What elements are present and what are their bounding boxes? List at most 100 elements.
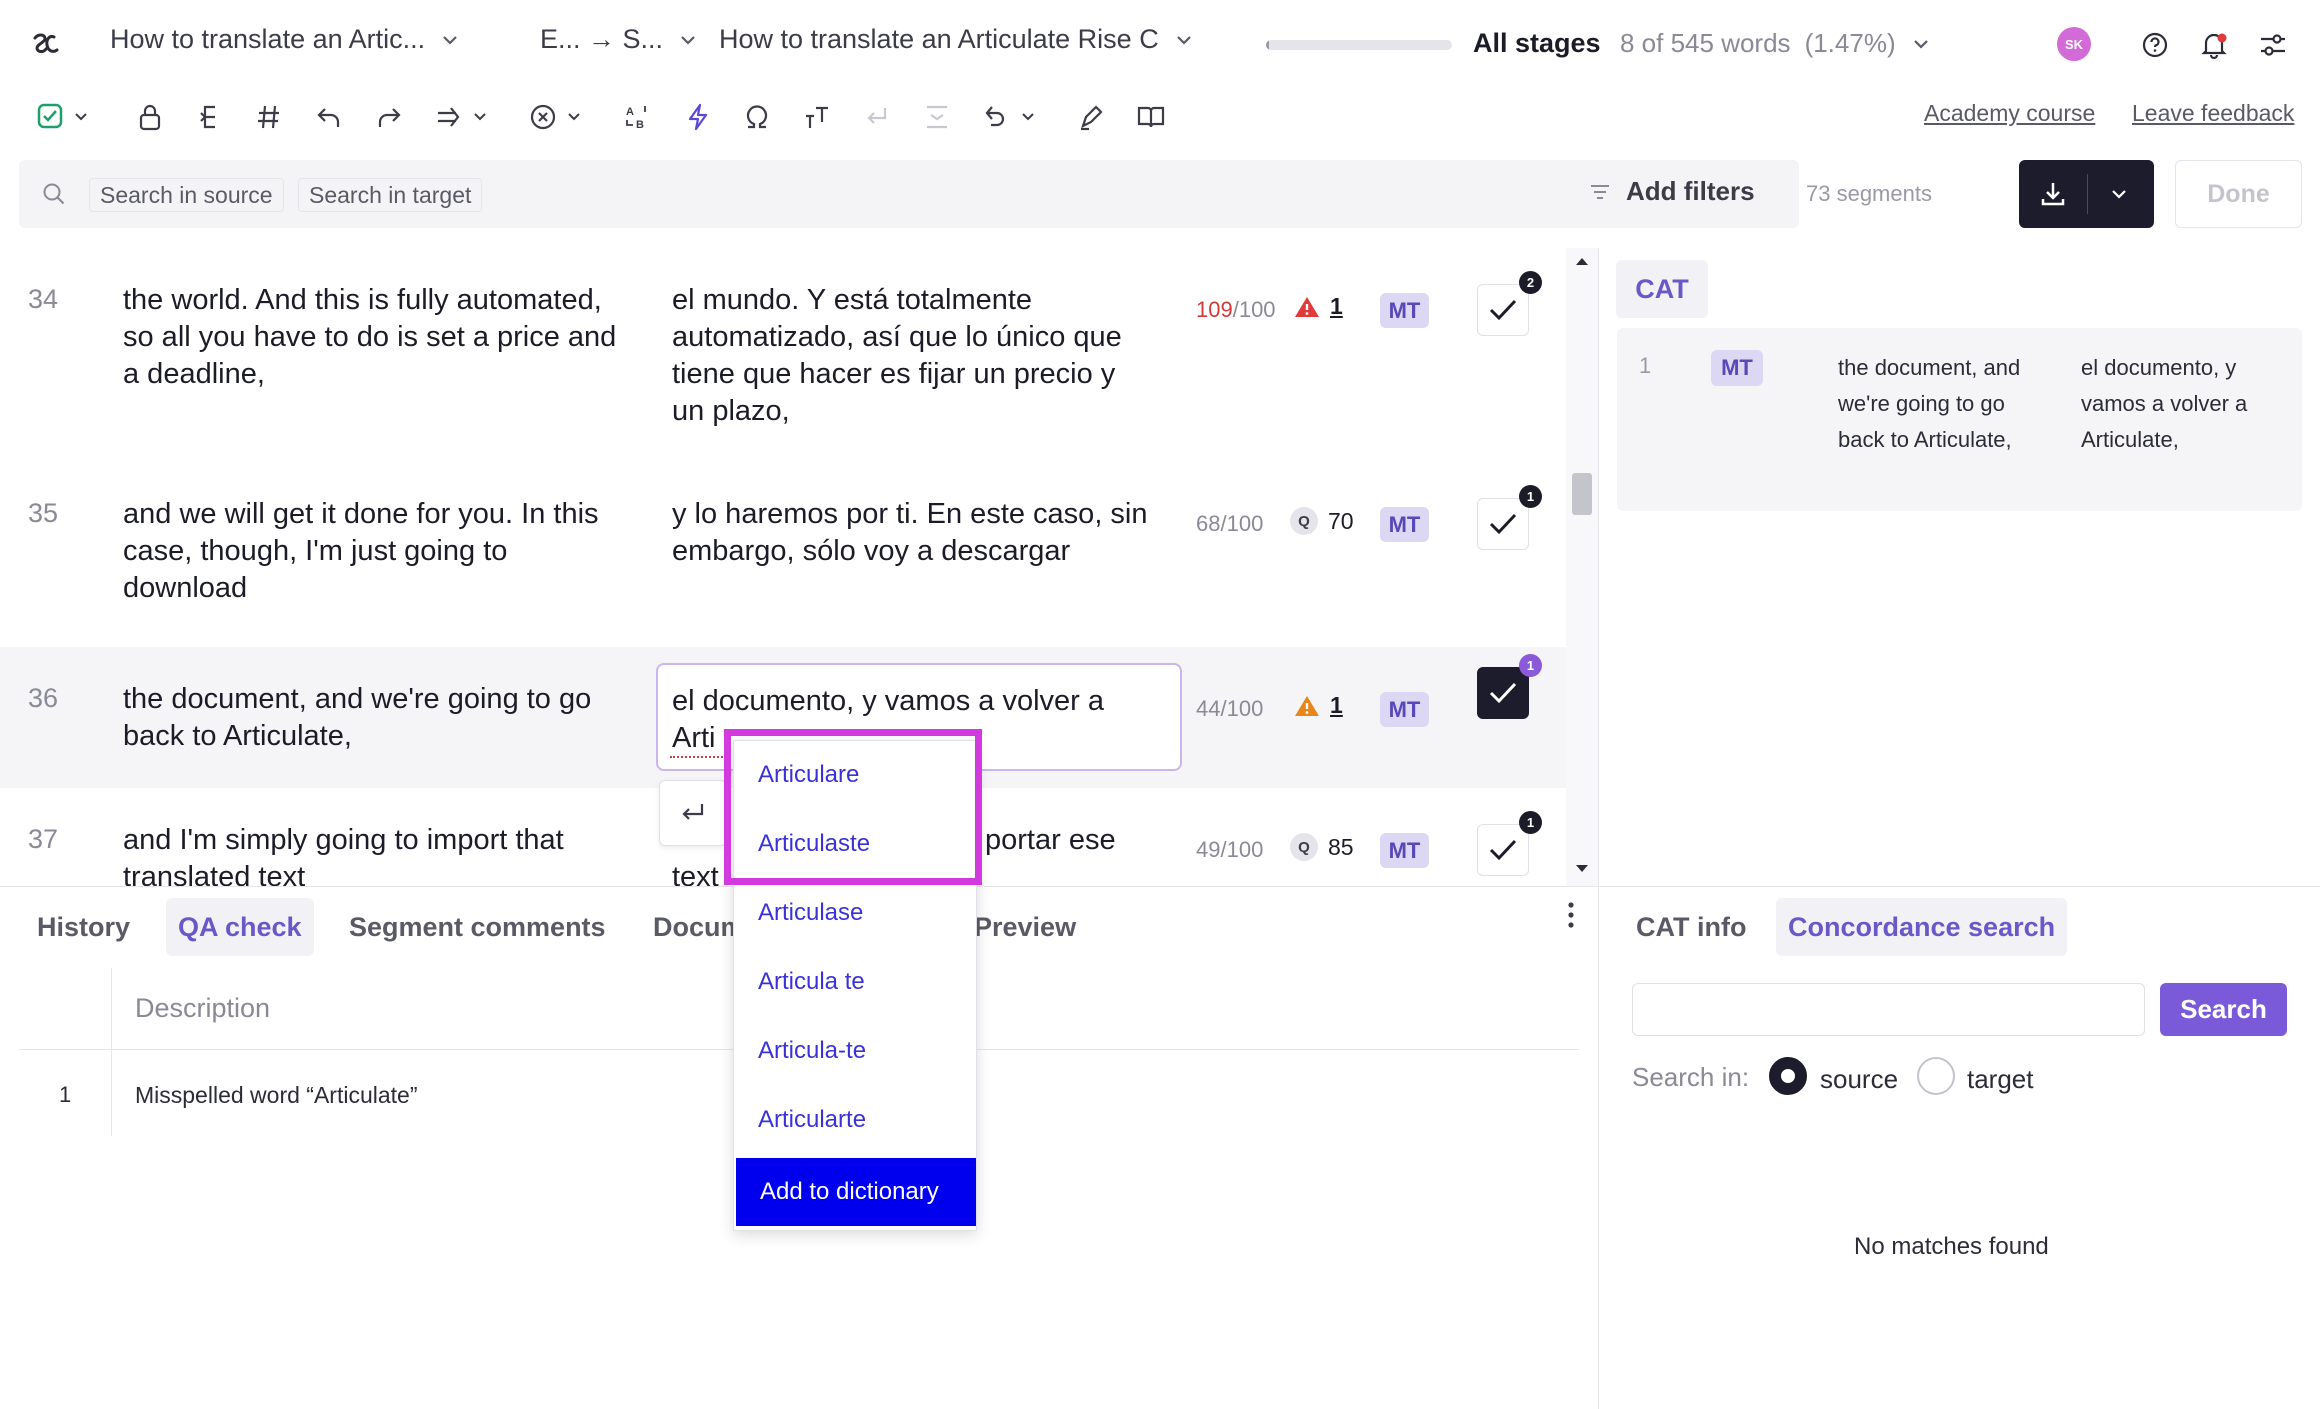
match-score: 109/100 [1196,297,1276,323]
suggestion-item[interactable]: Articularte [734,1086,978,1154]
chevron-down-icon [681,35,695,45]
undo-icon[interactable] [310,98,348,136]
scrollbar-thumb[interactable] [1572,473,1592,515]
comment-count-badge: 2 [1519,271,1542,294]
omega-special-characters-icon[interactable] [738,98,776,136]
segment-source: and we will get it done for you. In this… [123,498,599,604]
qa-row-description[interactable]: Misspelled word “Articulate” [135,1082,417,1109]
segment-target[interactable]: y lo haremos por ti. En este caso, sin e… [672,496,1152,570]
tab-history[interactable]: History [25,898,142,956]
segment-number: 35 [28,498,59,528]
qa-table-divider [111,968,112,1136]
score-max: /100 [1220,511,1264,536]
language-pair: E... → S... [540,24,664,54]
segment-target-partial[interactable]: text [672,859,732,886]
tab-preview[interactable]: Preview [962,898,1088,956]
document-title: How to translate an Artic... [110,24,426,54]
language-pair-selector[interactable]: E... → S... [540,24,699,55]
suggestion-item[interactable]: Articulase [734,879,978,947]
leave-feedback-link[interactable]: Leave feedback [2132,100,2294,127]
qa-warning[interactable]: 1 [1294,692,1343,719]
concordance-search-input[interactable] [1632,983,2145,1036]
copy-source-icon[interactable] [192,98,230,136]
app-logo-icon[interactable] [28,28,62,62]
check-icon [1489,839,1517,861]
qa-warning[interactable]: 1 [1294,293,1343,320]
segment-target[interactable]: el mundo. Y está totalmente automatizado… [672,282,1152,430]
mt-badge: MT [1711,350,1763,386]
progress-fill [1266,40,1269,50]
segment-source: the document, and we're going to go back… [123,683,592,752]
avatar[interactable]: SK [2057,27,2091,61]
search-source-input[interactable]: Search in source [89,178,284,212]
segment-row[interactable]: 34 the world. And this is fully automate… [0,248,1566,462]
score-max: /100 [1232,297,1276,322]
segment-target-partial[interactable]: portar ese [985,822,1185,859]
suggestion-item[interactable]: Articula-te [734,1017,978,1085]
book-icon[interactable] [1132,98,1170,136]
done-button[interactable]: Done [2175,160,2302,228]
pen-icon[interactable] [1072,98,1110,136]
score-value: 109 [1196,297,1233,322]
find-replace-icon[interactable]: AB [619,98,657,136]
document-selector[interactable]: How to translate an Artic... [110,24,461,55]
add-filters-button[interactable]: Add filters [1588,176,1755,207]
segment-source: and I'm simply going to import that tran… [123,824,564,886]
confirm-checkbox[interactable]: 2 [1477,271,1542,336]
confirm-segment-menu[interactable] [33,98,101,136]
mt-badge: MT [1380,692,1429,727]
confirm-checkbox-checked[interactable]: 1 [1477,654,1542,719]
enter-arrow-icon [682,804,704,820]
tab-concordance-search[interactable]: Concordance search [1776,898,2068,956]
scroll-down-icon[interactable] [1572,862,1592,876]
more-options-icon[interactable] [1566,900,1576,930]
lightning-icon[interactable] [679,98,717,136]
suggestion-item[interactable]: Articula te [734,948,978,1016]
confirm-checkbox[interactable]: 1 [1477,811,1542,876]
segment-scrollbar[interactable] [1566,248,1598,886]
tab-segment-comments[interactable]: Segment comments [337,898,618,956]
quality-value: 85 [1328,833,1354,860]
match-score: 49/100 [1196,837,1263,863]
scroll-up-icon[interactable] [1572,254,1592,268]
radio-target[interactable] [1917,1057,1955,1095]
add-to-dictionary-button[interactable]: Add to dictionary [736,1158,976,1226]
confirm-checkbox[interactable]: 1 [1477,485,1542,550]
tab-qa-check[interactable]: QA check [166,898,314,956]
file-title: How to translate an Articulate Rise C [719,24,1159,54]
segment-count: 73 segments [1806,181,1932,206]
download-button[interactable] [2019,160,2154,228]
file-selector[interactable]: How to translate an Articulate Rise C [719,24,1195,55]
insert-break-button[interactable] [659,780,727,846]
settings-sliders-icon[interactable] [2256,28,2290,62]
revert-menu[interactable] [982,98,1046,136]
word-count[interactable]: 8 of 545 words (1.47%) [1620,28,1932,59]
segment-source: the world. And this is fully automated, … [123,284,617,390]
notifications-bell-icon[interactable] [2196,27,2232,63]
academy-course-link[interactable]: Academy course [1924,100,2095,127]
lock-icon[interactable] [131,98,169,136]
qa-count: 1 [1330,692,1343,718]
stage-selector[interactable]: All stages [1473,28,1601,59]
tab-cat[interactable]: CAT [1616,260,1708,318]
hash-tags-icon[interactable] [250,98,288,136]
top-bar: How to translate an Artic... E... → S...… [0,0,2320,88]
match-score: 44/100 [1196,696,1263,722]
search-in-label: Search in: [1632,1062,1750,1092]
help-icon[interactable] [2138,28,2172,62]
radio-source-label: source [1820,1064,1899,1094]
radio-source[interactable] [1769,1057,1807,1095]
navigation-menu[interactable] [434,98,498,136]
search-target-input[interactable]: Search in target [298,178,483,212]
concordance-search-button[interactable]: Search [2160,983,2287,1036]
tab-cat-info[interactable]: CAT info [1624,898,1758,956]
chevron-down-icon[interactable] [2103,178,2135,210]
check-icon [1489,513,1517,535]
clear-menu[interactable] [528,98,592,136]
text-case-icon[interactable] [798,98,836,136]
comment-count-badge: 1 [1519,811,1542,834]
comment-count-badge: 1 [1519,654,1542,677]
redo-icon[interactable] [370,98,408,136]
score-value: 49 [1196,837,1221,862]
segment-row[interactable]: 35 and we will get it done for you. In t… [0,462,1566,647]
